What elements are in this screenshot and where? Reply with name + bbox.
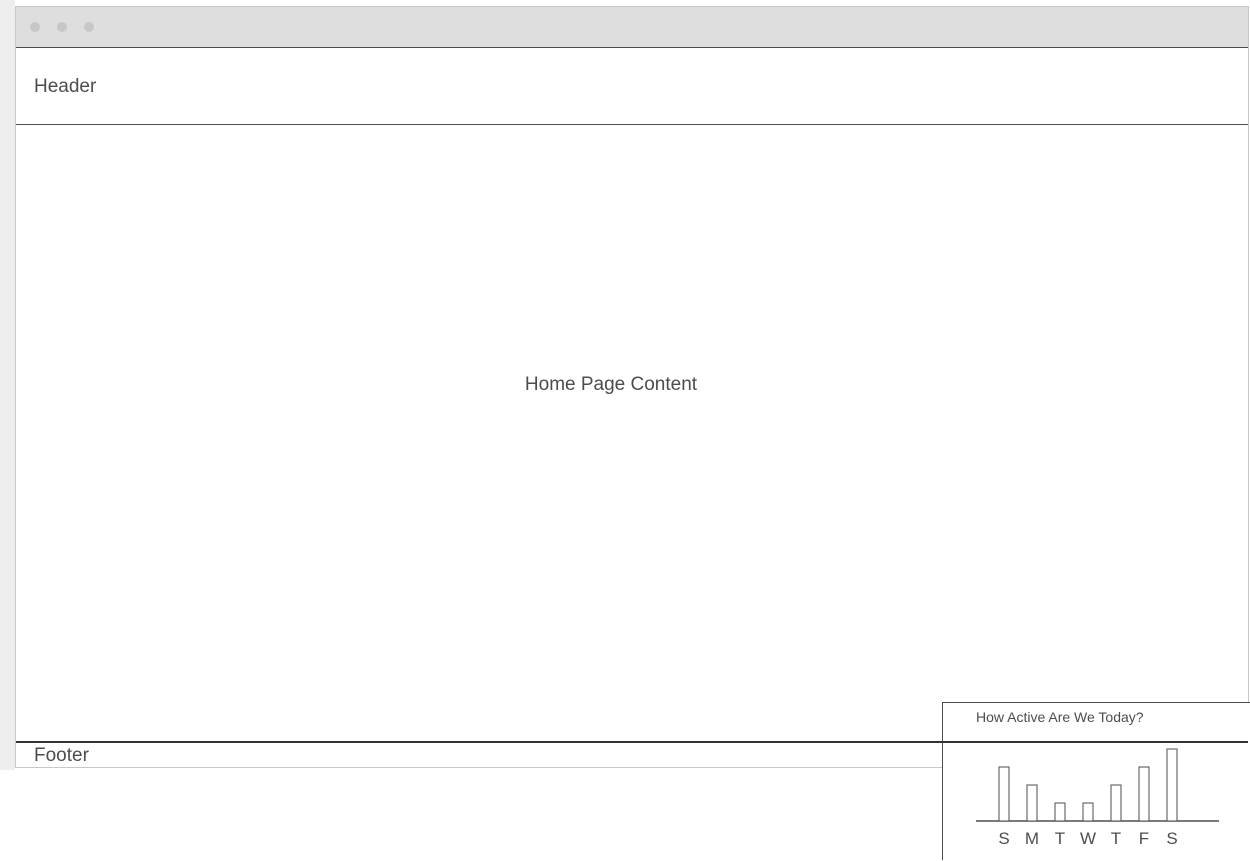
home-page-content-label: Home Page Content: [524, 374, 698, 395]
chart-bar: [1054, 802, 1066, 822]
chart-tick-label: T: [1111, 829, 1121, 848]
chart-bar: [1110, 784, 1122, 822]
chart-tick-label: T: [1055, 829, 1065, 848]
chart-tick-label: S: [998, 829, 1009, 848]
browser-window: Header Home Page Content How Active Are …: [15, 6, 1250, 860]
page-footer: Footer: [16, 741, 1248, 768]
activity-widget[interactable]: How Active Are We Today? SMTWTFS: [942, 702, 1250, 860]
chart-tick-label: F: [1139, 829, 1149, 848]
header-title: Header: [34, 76, 97, 97]
chart-tick-label: W: [1080, 829, 1096, 848]
chart-bar: [1026, 784, 1038, 822]
window-close-dot-icon[interactable]: [30, 22, 40, 32]
chart-bar: [1082, 802, 1094, 822]
window-minimize-dot-icon[interactable]: [57, 22, 67, 32]
main-content: Home Page Content How Active Are We Toda…: [16, 125, 1250, 860]
footer-label: Footer: [34, 745, 89, 766]
chart-tick-label: S: [1166, 829, 1177, 848]
left-margin-shade: [0, 0, 15, 770]
chart-bar: [998, 766, 1010, 822]
window-titlebar: [16, 7, 1248, 48]
chart-bar: [1138, 766, 1150, 822]
window-maximize-dot-icon[interactable]: [84, 22, 94, 32]
page-header: Header: [16, 48, 1248, 125]
activity-bar-chart: SMTWTFS: [976, 748, 1219, 848]
chart-tick-label: M: [1025, 829, 1039, 848]
